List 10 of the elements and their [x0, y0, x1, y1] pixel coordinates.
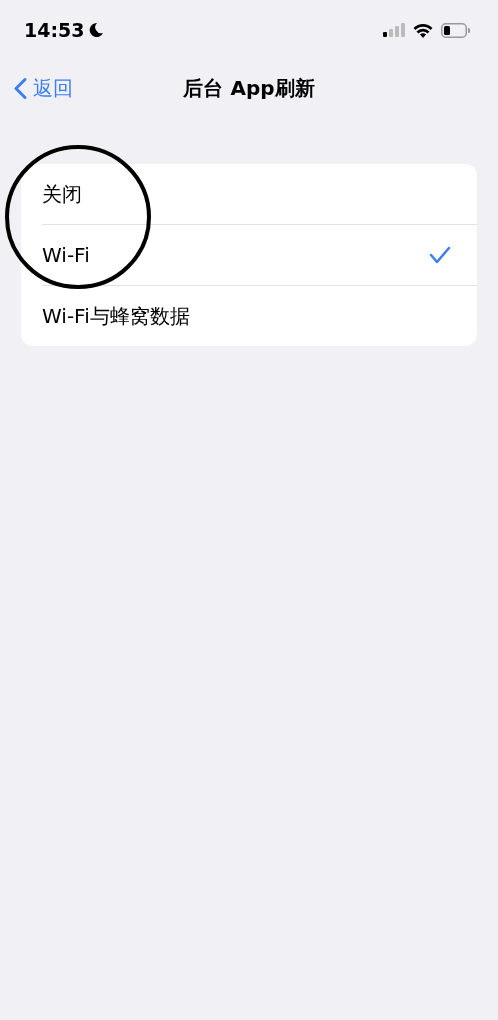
battery-icon: [441, 22, 470, 38]
chevron-left-icon: [14, 77, 27, 99]
option-label[interactable]: Wi-Fi与蜂窝数据: [42, 302, 190, 330]
wifi-icon: [413, 22, 433, 38]
option-label[interactable]: 关闭: [42, 180, 82, 208]
page-title: 后台 App刷新: [183, 74, 315, 102]
status-time: 14:53: [24, 19, 85, 41]
option-label[interactable]: Wi-Fi: [42, 243, 90, 267]
moon-icon: [88, 22, 105, 38]
signal-icon: [383, 23, 405, 37]
